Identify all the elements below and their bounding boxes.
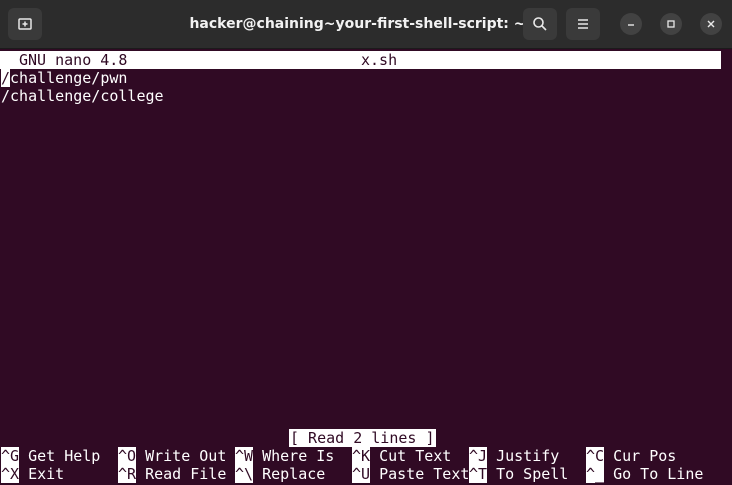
shortcut-to-spell[interactable]: ^T To Spell (469, 465, 568, 483)
shortcut-justify[interactable]: ^J Justify (469, 447, 559, 465)
shortcut-replace[interactable]: ^\ Replace (235, 465, 325, 483)
terminal-window: hacker@chaining~your-first-shell-script:… (0, 0, 732, 485)
shortcut-key: ^_ (586, 465, 605, 483)
shortcut-label: Exit (28, 465, 65, 483)
shortcut-read-file[interactable]: ^R Read File (118, 465, 226, 483)
maximize-icon (667, 20, 675, 28)
close-button[interactable] (700, 13, 722, 35)
shortcut-label: Where Is (262, 447, 335, 465)
hamburger-menu-icon (578, 19, 588, 29)
shortcut-key: ^R (118, 465, 137, 483)
shortcut-key: ^X (1, 465, 20, 483)
nano-header-bar: GNU nano 4.8 x.sh (0, 51, 721, 69)
new-tab-button[interactable] (8, 8, 42, 40)
window-title: hacker@chaining~your-first-shell-script:… (189, 16, 526, 32)
shortcut-write-out[interactable]: ^O Write Out (118, 447, 226, 465)
shortcut-key: ^W (235, 447, 254, 465)
shortcut-label: Justify (496, 447, 560, 465)
menu-button[interactable] (566, 8, 600, 40)
shortcut-key: ^T (469, 465, 488, 483)
shortcut-label: Get Help (28, 447, 101, 465)
close-icon (707, 20, 715, 28)
title-bar: hacker@chaining~your-first-shell-script:… (0, 0, 732, 49)
shortcut-label: To Spell (496, 465, 569, 483)
shortcut-get-help[interactable]: ^G Get Help (1, 447, 100, 465)
text-cursor: / (1, 69, 11, 87)
editor-line-2[interactable]: /challenge/college (1, 87, 164, 105)
shortcut-key: ^G (1, 447, 20, 465)
shortcut-label: Read File (145, 465, 227, 483)
nano-version: GNU nano 4.8 (19, 51, 128, 69)
shortcut-key: ^U (352, 465, 371, 483)
terminal-area[interactable]: GNU nano 4.8 x.sh /challenge/pwn /challe… (0, 49, 732, 485)
shortcut-key: ^K (352, 447, 371, 465)
shortcut-key: ^C (586, 447, 605, 465)
shortcut-label: Cur Pos (613, 447, 677, 465)
search-icon (533, 17, 547, 31)
shortcut-label: Replace (262, 465, 326, 483)
maximize-button[interactable] (660, 13, 682, 35)
minimize-button[interactable] (620, 13, 642, 35)
shortcut-where-is[interactable]: ^W Where Is (235, 447, 334, 465)
shortcut-label: Cut Text (379, 447, 452, 465)
nano-filename: x.sh (361, 51, 398, 69)
shortcut-label: Paste Text (379, 465, 470, 483)
shortcut-label: Write Out (145, 447, 227, 465)
editor-line-1-text: challenge/pwn (10, 69, 128, 87)
shortcut-label: Go To Line (613, 465, 704, 483)
shortcut-key: ^J (469, 447, 488, 465)
status-message: [ Read 2 lines ] (289, 429, 436, 447)
shortcut-go-to-line[interactable]: ^_ Go To Line (586, 465, 703, 483)
minimize-icon (628, 24, 634, 26)
search-button[interactable] (523, 8, 557, 40)
shortcut-cur-pos[interactable]: ^C Cur Pos (586, 447, 676, 465)
shortcut-key: ^O (118, 447, 137, 465)
editor-line-1[interactable]: /challenge/pwn (1, 69, 127, 87)
new-tab-icon (18, 18, 32, 30)
shortcut-key: ^\ (235, 465, 254, 483)
shortcut-paste-text[interactable]: ^U Paste Text (352, 465, 469, 483)
shortcut-cut-text[interactable]: ^K Cut Text (352, 447, 451, 465)
shortcut-exit[interactable]: ^X Exit (1, 465, 64, 483)
